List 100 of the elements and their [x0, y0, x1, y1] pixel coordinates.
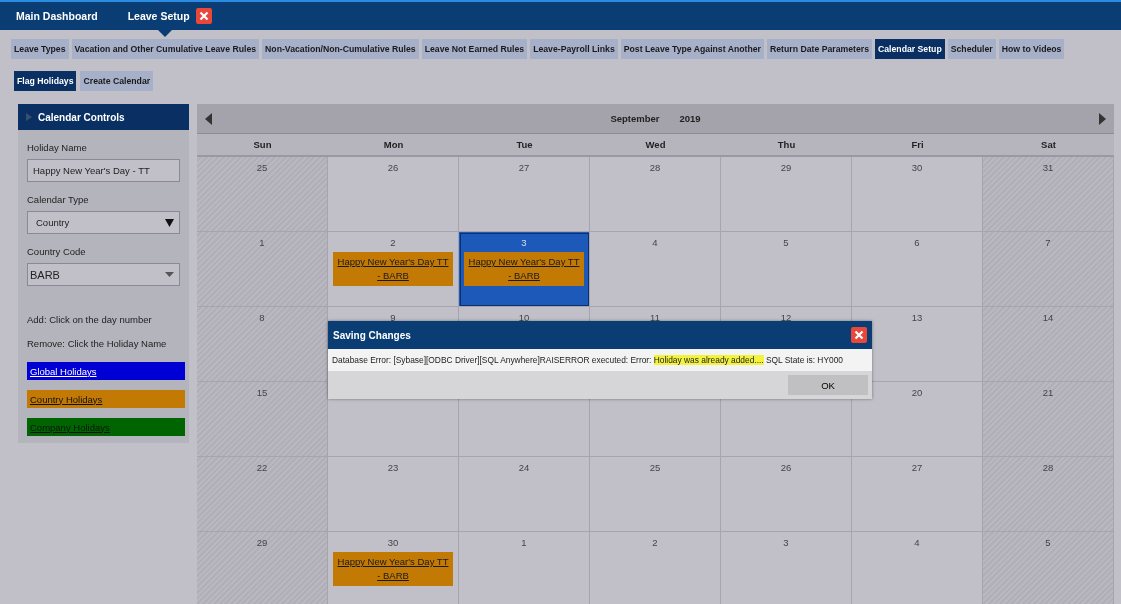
month-label: September [610, 113, 660, 124]
tab[interactable]: Leave Types [11, 39, 69, 59]
day-cell[interactable]: 29 [721, 157, 852, 232]
day-number[interactable]: 28 [649, 162, 661, 173]
day-cell[interactable]: 3 [721, 532, 852, 604]
day-number[interactable]: 10 [518, 312, 530, 323]
tab[interactable]: Leave-Payroll Links [530, 39, 618, 59]
day-cell[interactable]: 2 [590, 532, 721, 604]
day-cell[interactable]: 21 [983, 382, 1114, 457]
day-cell[interactable]: 22 [197, 457, 328, 532]
day-number[interactable]: 24 [518, 462, 530, 473]
day-cell[interactable]: 7 [983, 232, 1114, 307]
day-number[interactable]: 26 [387, 162, 399, 173]
day-cell[interactable]: 5 [721, 232, 852, 307]
day-number[interactable]: 1 [521, 537, 527, 548]
day-number[interactable]: 27 [518, 162, 530, 173]
instruction-text: Add: Click on the day number [27, 314, 153, 325]
holiday-entry[interactable]: Happy New Year's Day TT - BARB [464, 252, 584, 286]
field-label: Country Code [27, 246, 87, 257]
day-cell[interactable]: 25 [197, 157, 328, 232]
day-cell[interactable]: 29 [197, 532, 328, 604]
day-number[interactable]: 3 [521, 237, 527, 248]
dropdown-arrow-icon [165, 218, 174, 227]
day-number[interactable]: 2 [652, 537, 658, 548]
day-cell[interactable]: 8 [197, 307, 328, 382]
day-number[interactable]: 31 [1042, 162, 1054, 173]
day-number[interactable]: 30 [387, 537, 399, 548]
legend-link[interactable]: Global Holidays [27, 362, 185, 380]
day-cell[interactable]: 28 [983, 457, 1114, 532]
day-number[interactable]: 9 [390, 312, 396, 323]
previous-arrow-icon[interactable] [205, 112, 212, 125]
tab[interactable]: How to Videos [998, 39, 1065, 59]
day-number[interactable]: 6 [914, 237, 920, 248]
weekday-header: Tue [459, 134, 590, 157]
day-number[interactable]: 21 [1042, 387, 1054, 398]
sub-tab[interactable]: Create Calendar [80, 71, 154, 91]
day-number[interactable]: 12 [780, 312, 792, 323]
tab[interactable]: Calendar Setup [875, 39, 945, 59]
day-cell[interactable]: 14 [983, 307, 1114, 382]
day-cell[interactable]: 1 [197, 232, 328, 307]
holiday-entry[interactable]: Happy New Year's Day TT - BARB [333, 252, 453, 286]
day-number[interactable]: 29 [256, 537, 268, 548]
day-number[interactable]: 26 [780, 462, 792, 473]
day-cell[interactable]: 3 Happy New Year's Day TT - BARB [459, 232, 590, 307]
day-number[interactable]: 28 [1042, 462, 1054, 473]
day-number[interactable]: 25 [649, 462, 661, 473]
close-icon[interactable] [851, 327, 867, 343]
day-cell[interactable]: 23 [328, 457, 459, 532]
day-number[interactable]: 22 [256, 462, 268, 473]
ok-button[interactable]: OK [788, 375, 868, 395]
tab[interactable]: Return Date Parameters [767, 39, 872, 59]
instruction-text: Remove: Click the Holiday Name [27, 338, 168, 349]
day-number[interactable]: 23 [387, 462, 399, 473]
day-cell[interactable]: 30 Happy New Year's Day TT - BARB [328, 532, 459, 604]
tab[interactable]: Vacation and Other Cumulative Leave Rules [71, 39, 260, 59]
day-number[interactable]: 25 [256, 162, 268, 173]
legend-link[interactable]: Country Holidays [27, 390, 185, 408]
day-cell[interactable]: 28 [590, 157, 721, 232]
day-number[interactable]: 14 [1042, 312, 1054, 323]
day-cell[interactable]: 24 [459, 457, 590, 532]
day-cell[interactable]: 15 [197, 382, 328, 457]
tab[interactable]: Post Leave Type Against Another [620, 39, 764, 59]
tab[interactable]: Leave Not Earned Rules [421, 39, 528, 59]
day-number[interactable]: 30 [911, 162, 923, 173]
day-cell[interactable]: 26 [721, 457, 852, 532]
day-number[interactable]: 7 [1045, 237, 1051, 248]
day-number[interactable]: 4 [914, 537, 920, 548]
day-number[interactable]: 8 [259, 312, 265, 323]
day-cell[interactable]: 1 [459, 532, 590, 604]
day-number[interactable]: 27 [911, 462, 923, 473]
field-label: Holiday Name [27, 142, 88, 153]
day-number[interactable]: 3 [783, 537, 789, 548]
top-tab[interactable]: Main Dashboard [16, 2, 98, 30]
day-number[interactable]: 5 [1045, 537, 1051, 548]
day-cell[interactable]: 5 [983, 532, 1114, 604]
day-cell[interactable]: 25 [590, 457, 721, 532]
day-number[interactable]: 13 [911, 312, 923, 323]
day-number[interactable]: 5 [783, 237, 789, 248]
holiday-entry[interactable]: Happy New Year's Day TT - BARB [333, 552, 453, 586]
next-arrow-icon[interactable] [1099, 112, 1106, 125]
day-number[interactable]: 1 [259, 237, 265, 248]
day-cell[interactable]: 4 [590, 232, 721, 307]
close-icon[interactable] [195, 8, 212, 24]
day-number[interactable]: 2 [390, 237, 396, 248]
day-cell[interactable]: 2 Happy New Year's Day TT - BARB [328, 232, 459, 307]
country-code-dropdown[interactable]: BARB [27, 263, 180, 286]
tab[interactable]: Non-Vacation/Non-Cumulative Rules [262, 39, 419, 59]
sub-tab[interactable]: Flag Holidays [14, 71, 77, 91]
day-number[interactable]: 4 [652, 237, 658, 248]
day-cell[interactable]: 26 [328, 157, 459, 232]
day-number[interactable]: 15 [256, 387, 268, 398]
holiday-name-field[interactable]: Happy New Year's Day - TT [27, 159, 180, 182]
day-cell[interactable]: 31 [983, 157, 1114, 232]
day-number[interactable]: 11 [650, 312, 660, 323]
calendar-type-dropdown[interactable]: Country [27, 211, 180, 234]
tab[interactable]: Scheduler [947, 39, 996, 59]
panel-header[interactable]: Calendar Controls [18, 104, 189, 130]
day-number[interactable]: 20 [911, 387, 923, 398]
weekday-header: Sun [197, 134, 328, 157]
day-number[interactable]: 29 [780, 162, 792, 173]
